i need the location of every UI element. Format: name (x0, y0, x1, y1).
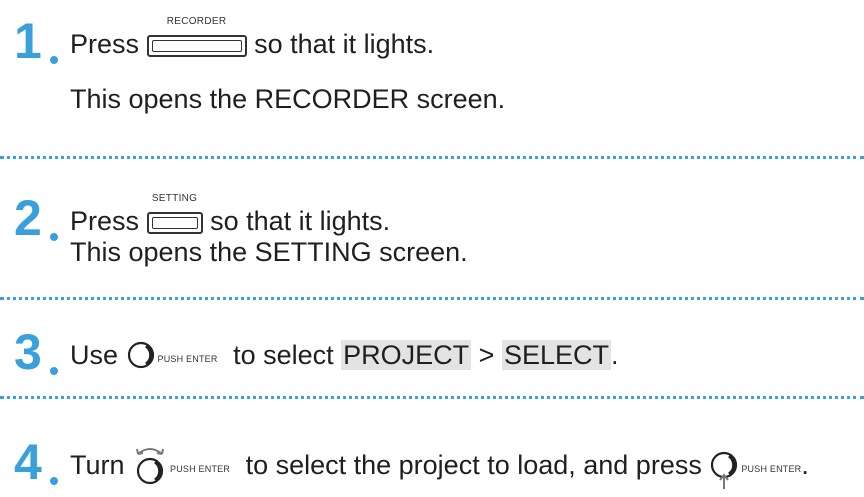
step-instruction: Turn PUSH ENTER to select the project to… (70, 448, 809, 489)
push-enter-dial-icon (126, 340, 156, 377)
divider (0, 297, 864, 300)
step-number-dot (50, 56, 58, 64)
step-number-dot (50, 367, 58, 375)
step-number: 3 (14, 324, 42, 380)
step-result: This opens the RECORDER screen. (70, 84, 506, 114)
divider (0, 156, 864, 159)
step-number: 1 (14, 13, 42, 69)
step-instruction: Press RECORDER so that it lights. (70, 16, 434, 64)
step-number: 2 (14, 190, 42, 246)
recorder-button-icon: RECORDER (146, 16, 247, 64)
step-number-dot (50, 477, 58, 485)
menu-item-project: PROJECT (341, 340, 472, 370)
step-result: This opens the SETTING screen. (70, 237, 468, 267)
turn-dial-icon (132, 448, 168, 485)
press-dial-icon (709, 450, 739, 489)
divider (0, 396, 864, 399)
menu-item-select: SELECT (501, 340, 612, 370)
step-instruction: Use PUSH ENTER to select PROJECT > SELEC… (70, 339, 619, 377)
step-number: 4 (14, 434, 42, 490)
step-number-dot (50, 233, 58, 241)
